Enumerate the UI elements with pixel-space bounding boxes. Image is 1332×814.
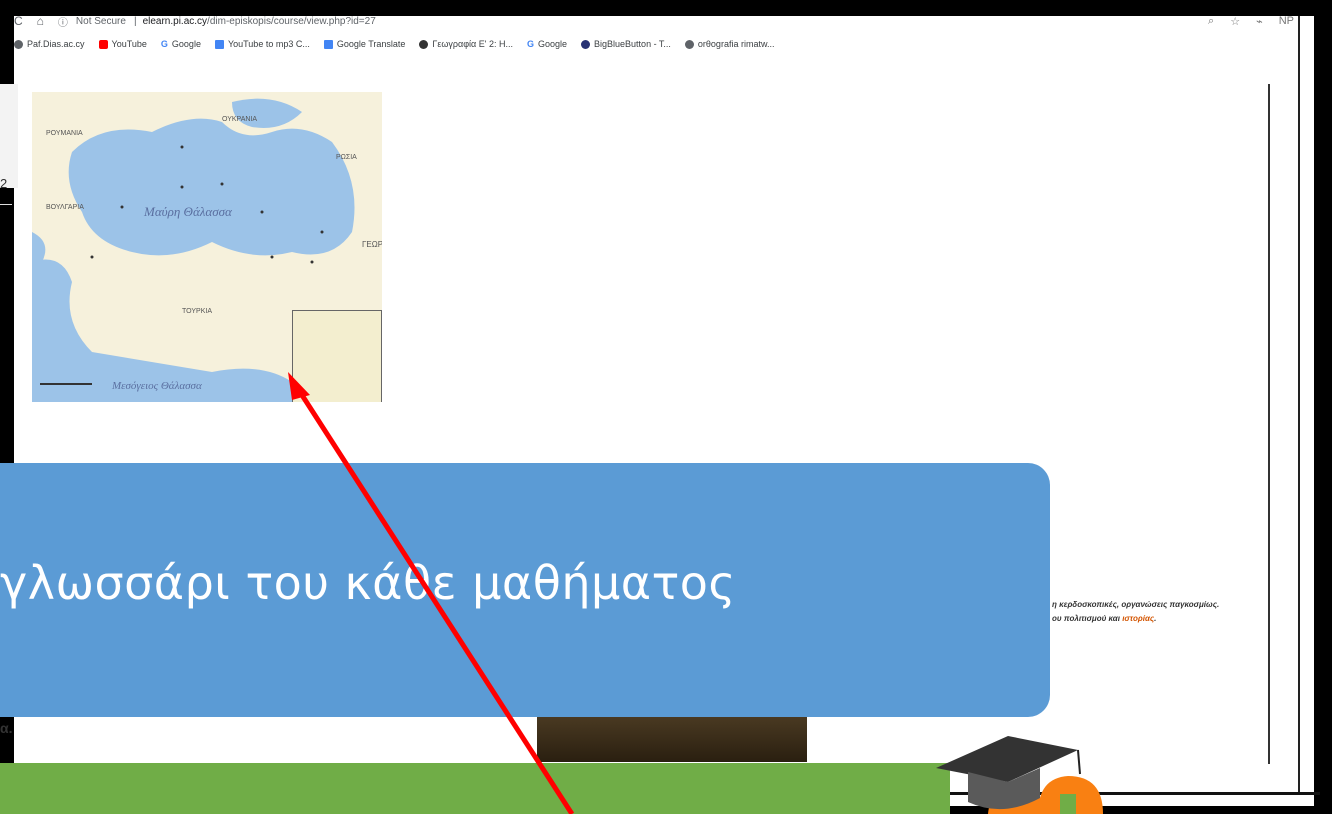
globe-icon (14, 39, 23, 49)
bookmark-item[interactable]: orθografia rimatw... (684, 39, 774, 49)
callout-text: γλωσσάρι του κάθε μαθήματος (0, 556, 736, 610)
map-label: ΡΟΥΜΑΝΙΑ (46, 130, 83, 137)
bookmark-item[interactable]: BigBlueButton - T... (581, 39, 671, 49)
course-image (537, 716, 807, 762)
bookmark-item[interactable]: YouTube (98, 39, 147, 49)
course-description-text: η κερδοσκοπικές, οργανώσεις παγκοσμίως. (1052, 600, 1220, 609)
map-inset (292, 310, 382, 402)
info-icon[interactable]: ⓘ (58, 14, 68, 29)
bookmark-item[interactable]: Paf.Dias.ac.cy (14, 39, 85, 49)
home-icon[interactable]: ⌂ (37, 14, 44, 28)
google-icon: G (526, 39, 534, 49)
screen-right-border (1314, 16, 1320, 806)
url-path[interactable]: /dim-episkopis/course/view.php?id=27 (207, 16, 376, 27)
zoom-icon[interactable]: ⌕ (1208, 15, 1214, 28)
bookmark-item[interactable]: Γεωγραφία Ε' 2: Η... (419, 39, 513, 49)
bookmark-item[interactable]: G Google (161, 39, 201, 49)
moodle-logo-icon (936, 736, 1103, 814)
map-label: ΡΩΣΙΑ (336, 154, 357, 161)
google-icon: G (160, 39, 168, 49)
extension-icon[interactable]: ⌁ (1256, 15, 1263, 28)
globe-icon (684, 39, 694, 49)
bookmark-item[interactable]: YouTube to mp3 C... (214, 39, 310, 49)
youtube-icon (98, 39, 108, 49)
map-sea-label: Μεσόγειος Θάλασσα (112, 380, 202, 392)
background-page-text: 2 (0, 176, 8, 191)
map-label: ΟΥΚΡΑΝΙΑ (222, 116, 258, 123)
address-bar[interactable]: C ⌂ ⓘ Not Secure | elearn.pi.ac.cy /dim-… (14, 10, 1304, 32)
site-icon (419, 39, 429, 49)
background-page-strip (0, 84, 18, 188)
star-icon[interactable]: ☆ (1230, 15, 1240, 28)
map-label: ΓΕΩΡ (362, 240, 382, 249)
map-label: ΒΟΥΛΓΑΡΙΑ (46, 204, 84, 211)
divider (0, 204, 12, 205)
bigbluebutton-icon (581, 39, 591, 49)
page-right-border (1268, 84, 1270, 764)
not-secure-label: Not Secure (75, 15, 126, 27)
reload-icon[interactable]: C (14, 14, 23, 28)
black-sea-map: ΟΥΚΡΑΝΙΑ ΡΟΥΜΑΝΙΑ ΡΩΣΙΑ ΒΟΥΛΓΑΡΙΑ ΤΟΥΡΚΙ… (32, 92, 382, 402)
background-page-text: α. (0, 720, 13, 736)
history-link[interactable]: ιστορίας (1122, 614, 1154, 623)
bookmarks-bar: Paf.Dias.ac.cy YouTube G Google YouTube t… (14, 34, 1304, 54)
screen-inner-border (1298, 16, 1300, 794)
green-banner (0, 763, 950, 814)
bookmark-item[interactable]: G Google (527, 39, 567, 49)
bookmark-item[interactable]: Google Translate (323, 39, 405, 49)
course-description-text: ου πολιτισμού και ιστορίας. (1052, 614, 1157, 623)
map-label: ΤΟΥΡΚΙΑ (182, 308, 212, 315)
map-sea-label: Μαύρη Θάλασσα (144, 204, 232, 219)
translate-icon (323, 39, 333, 49)
profile-avatar[interactable]: NP (1279, 15, 1294, 28)
mp3-icon (214, 39, 224, 49)
url-host[interactable]: elearn.pi.ac.cy (143, 16, 207, 27)
